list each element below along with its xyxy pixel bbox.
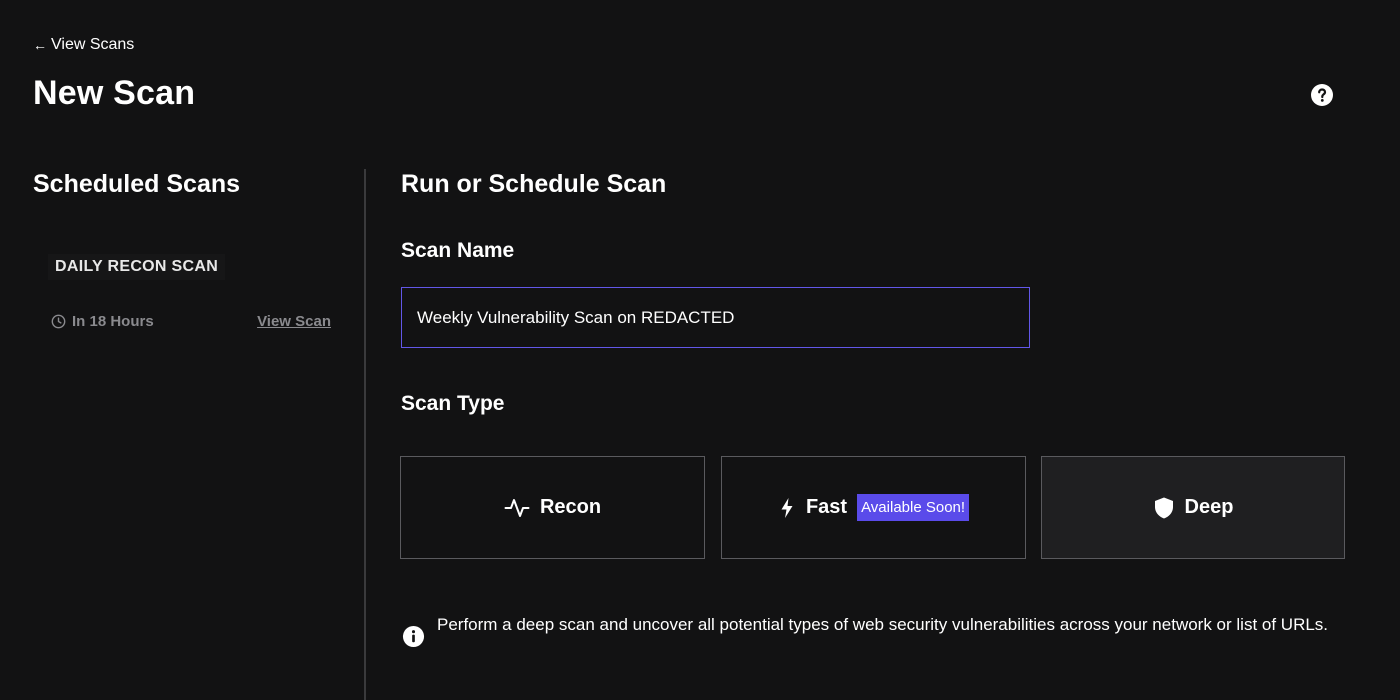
scheduled-scan-meta: In 18 Hours View Scan [51, 313, 331, 330]
scan-description: Perform a deep scan and uncover all pote… [402, 611, 1362, 648]
shield-icon [1154, 497, 1173, 518]
page-title: New Scan [33, 74, 196, 112]
run-schedule-title: Run or Schedule Scan [401, 170, 667, 198]
pulse-icon [504, 498, 530, 517]
help-button[interactable] [1310, 83, 1334, 107]
available-soon-badge: Available Soon! [857, 494, 970, 521]
deep-label: Deep [1184, 496, 1234, 518]
scan-type-fast[interactable]: Fast Available Soon! [721, 456, 1026, 559]
scheduled-scan-when: In 18 Hours [72, 313, 154, 330]
scan-type-recon[interactable]: Recon [400, 456, 705, 559]
panel-divider [364, 169, 366, 700]
scan-name-input[interactable] [401, 287, 1030, 348]
lightning-icon [781, 497, 793, 518]
info-icon [402, 625, 425, 648]
view-scans-link[interactable]: ← View Scans [33, 36, 134, 54]
scheduled-scan-time: In 18 Hours [51, 313, 154, 330]
recon-label: Recon [539, 496, 602, 518]
view-scan-link[interactable]: View Scan [257, 313, 331, 330]
scan-name-label: Scan Name [401, 239, 515, 262]
scan-type-deep[interactable]: Deep [1041, 456, 1345, 559]
arrow-left-icon: ← [33, 37, 47, 53]
view-scans-label: View Scans [51, 36, 135, 53]
scheduled-scans-title: Scheduled Scans [33, 170, 241, 198]
scheduled-scan-name[interactable]: DAILY RECON SCAN [48, 254, 226, 280]
question-circle-icon [1311, 84, 1333, 106]
fast-label: Fast [805, 496, 848, 518]
scan-type-label: Scan Type [401, 392, 505, 415]
scan-description-text: Perform a deep scan and uncover all pote… [437, 615, 1329, 634]
clock-icon [51, 314, 66, 329]
